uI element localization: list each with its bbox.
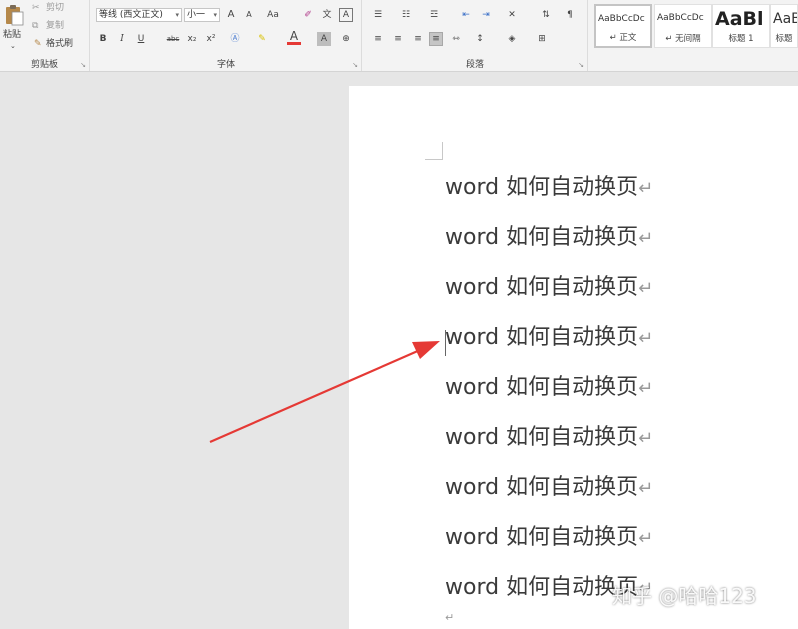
annotation-arrow [209,341,440,444]
arrow-shaft [209,348,421,444]
watermark: 知乎 @哈哈123 [612,584,757,608]
arrow-head [412,341,440,359]
